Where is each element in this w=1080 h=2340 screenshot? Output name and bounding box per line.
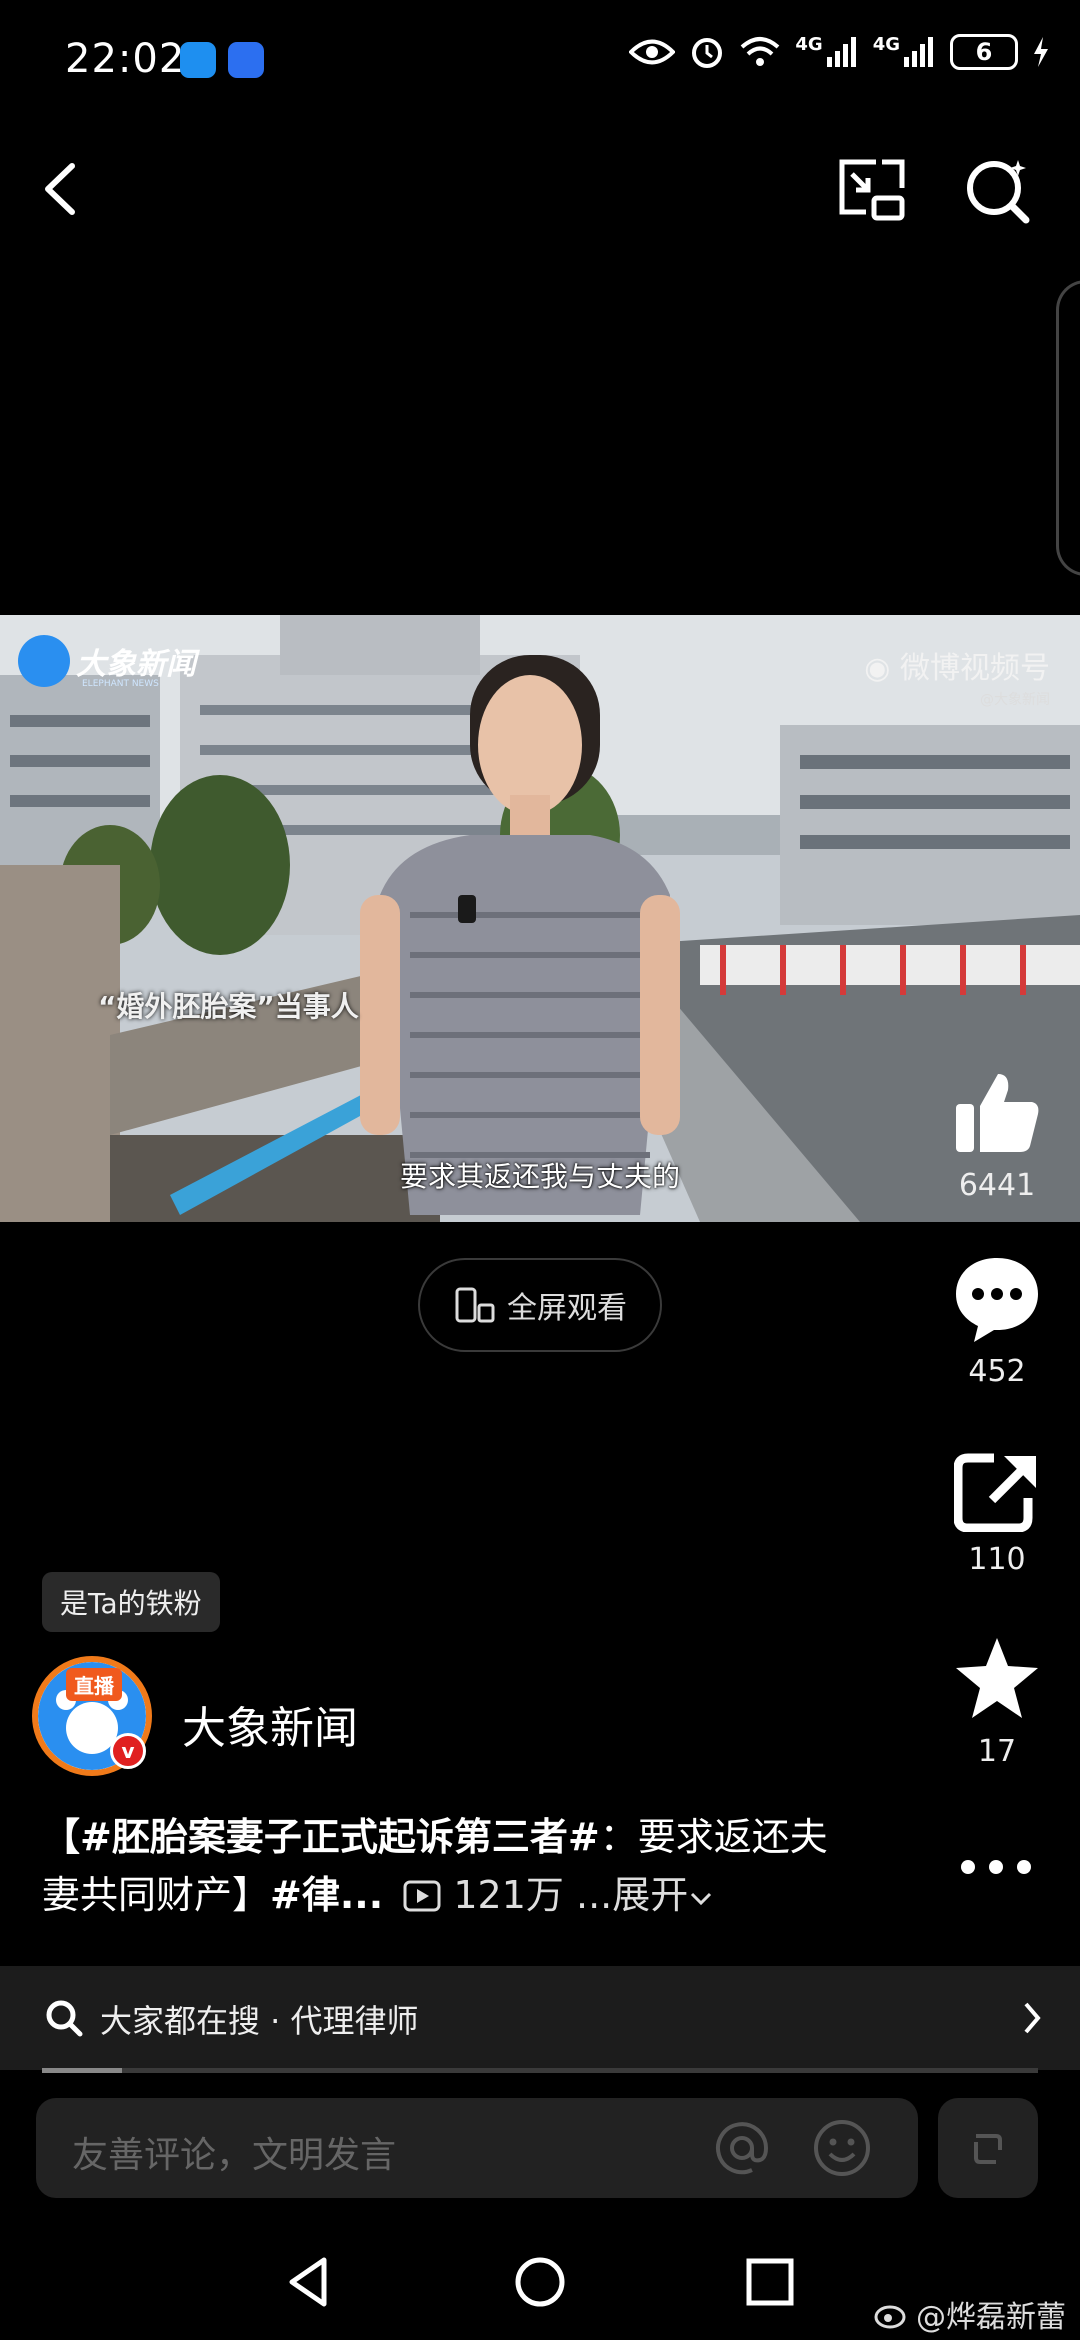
at-mention-icon[interactable]: [712, 2118, 772, 2178]
expand-link[interactable]: ...展开: [576, 1873, 714, 1917]
comment-placeholder: 友善评论，文明发言: [72, 2135, 397, 2176]
status-time: 22:02: [65, 36, 186, 82]
comment-button[interactable]: 452: [932, 1254, 1062, 1389]
more-button[interactable]: [956, 1852, 1036, 1882]
progress-track[interactable]: [42, 2068, 1038, 2073]
expand-label: ...展开: [575, 1873, 689, 1917]
fullscreen-label: 全屏观看: [507, 1291, 627, 1326]
pip-button[interactable]: [836, 154, 906, 224]
search-icon: [46, 2000, 83, 2037]
video-subtitle: 要求其返还我与丈夫的: [399, 1160, 680, 1193]
play-box-icon: [403, 1880, 441, 1912]
battery-icon: 6: [950, 34, 1018, 70]
chevron-left-icon: [45, 163, 75, 215]
share-button[interactable]: 110: [932, 1452, 1062, 1577]
video-logo: 大象新闻 ELEPHANT NEWS: [18, 635, 196, 689]
like-count: 6441: [958, 1168, 1036, 1203]
charging-icon: [1034, 37, 1048, 67]
video-logo-sub: ELEPHANT NEWS: [82, 679, 159, 689]
weibo-watermark-text: 微博视频号: [900, 651, 1050, 686]
favorite-button[interactable]: 17: [932, 1634, 1062, 1769]
battery-level: 6: [975, 38, 993, 66]
comment-input[interactable]: 友善评论，文明发言: [36, 2098, 918, 2198]
video-overlay-label: “婚外胚胎案”当事人: [98, 990, 359, 1023]
wifi-icon: [741, 37, 780, 66]
weibo-watermark-sub: @大象新闻: [980, 692, 1050, 708]
weibo-user-watermark: @烨磊新蕾: [874, 2292, 1066, 2336]
network-type-1: 4G: [795, 34, 823, 55]
trending-search-label: 大家都在搜 · 代理律师: [100, 2002, 419, 2040]
search-button[interactable]: [962, 154, 1032, 224]
nav-back-icon[interactable]: [280, 2252, 340, 2312]
chat-app-icon: [180, 42, 216, 78]
watermark-user: @烨磊新蕾: [916, 2300, 1066, 2335]
thumbs-up-icon: [956, 1074, 1039, 1152]
verify-letter: v: [121, 1739, 135, 1763]
emoji-icon[interactable]: [812, 2118, 872, 2178]
chevron-right-icon: [1024, 2002, 1041, 2034]
more-dots-icon: [961, 1860, 1031, 1874]
comment-count: 452: [968, 1354, 1026, 1389]
weibo-logo-icon: [874, 2305, 906, 2329]
post-description[interactable]: 【#胚胎案妻子正式起诉第三者#：要求返还夫妻共同财产】#律... 121万 ..…: [42, 1808, 842, 1924]
video-logo-text: 大象新闻: [76, 647, 196, 682]
favorite-count: 17: [977, 1734, 1017, 1769]
side-drawer-handle[interactable]: [1056, 280, 1080, 576]
progress-fill: [42, 2068, 122, 2073]
view-count-value: 121万: [453, 1873, 564, 1917]
desc-hashtag-title[interactable]: 【#胚胎案妻子正式起诉第三者#: [42, 1815, 600, 1859]
elephant-paw-icon: [18, 635, 70, 687]
network-type-2: 4G: [872, 34, 900, 55]
fullscreen-button[interactable]: 全屏观看: [418, 1258, 662, 1352]
star-icon: [956, 1638, 1038, 1718]
speech-bubble-icon: [956, 1258, 1038, 1342]
signal-icon: [826, 37, 856, 67]
back-button[interactable]: [28, 154, 98, 224]
live-tag: 直播: [66, 1668, 122, 1701]
picture-in-picture-icon: [839, 159, 905, 221]
author-name[interactable]: 大象新闻: [182, 1692, 358, 1756]
signal-icon: [904, 37, 933, 67]
view-count: 121万: [395, 1873, 564, 1917]
weibo-eye-icon: ◉: [864, 651, 900, 686]
rotate-phone-icon: [455, 1287, 495, 1323]
share-icon: [953, 1453, 1036, 1533]
expand-comment-button[interactable]: [938, 2098, 1038, 2198]
verified-badge-icon: v: [110, 1733, 146, 1769]
desc-hashtag-2[interactable]: #律...: [270, 1873, 383, 1917]
eye-icon: [629, 39, 676, 65]
video-player[interactable]: 大象新闻 ELEPHANT NEWS ◉ 微博视频号 @大象新闻 “婚外胚胎案”…: [0, 615, 1080, 1222]
alarm-icon: [692, 38, 723, 68]
nav-home-icon[interactable]: [510, 2252, 570, 2312]
trending-search-bar[interactable]: 大家都在搜 · 代理律师: [0, 1966, 1080, 2070]
nav-recents-icon[interactable]: [740, 2252, 800, 2312]
app-badge-icon: [228, 42, 264, 78]
fan-badge: 是Ta的铁粉: [42, 1572, 220, 1632]
search-sparkle-icon: [967, 160, 1030, 224]
video-watermark: ◉ 微博视频号 @大象新闻: [864, 643, 1050, 709]
like-button[interactable]: 6441: [932, 1068, 1062, 1203]
chevron-down-icon: [691, 1892, 712, 1906]
expand-icon: [974, 2134, 1002, 2164]
share-count: 110: [968, 1542, 1026, 1577]
status-icons: 4G 4G 6: [629, 34, 1050, 70]
